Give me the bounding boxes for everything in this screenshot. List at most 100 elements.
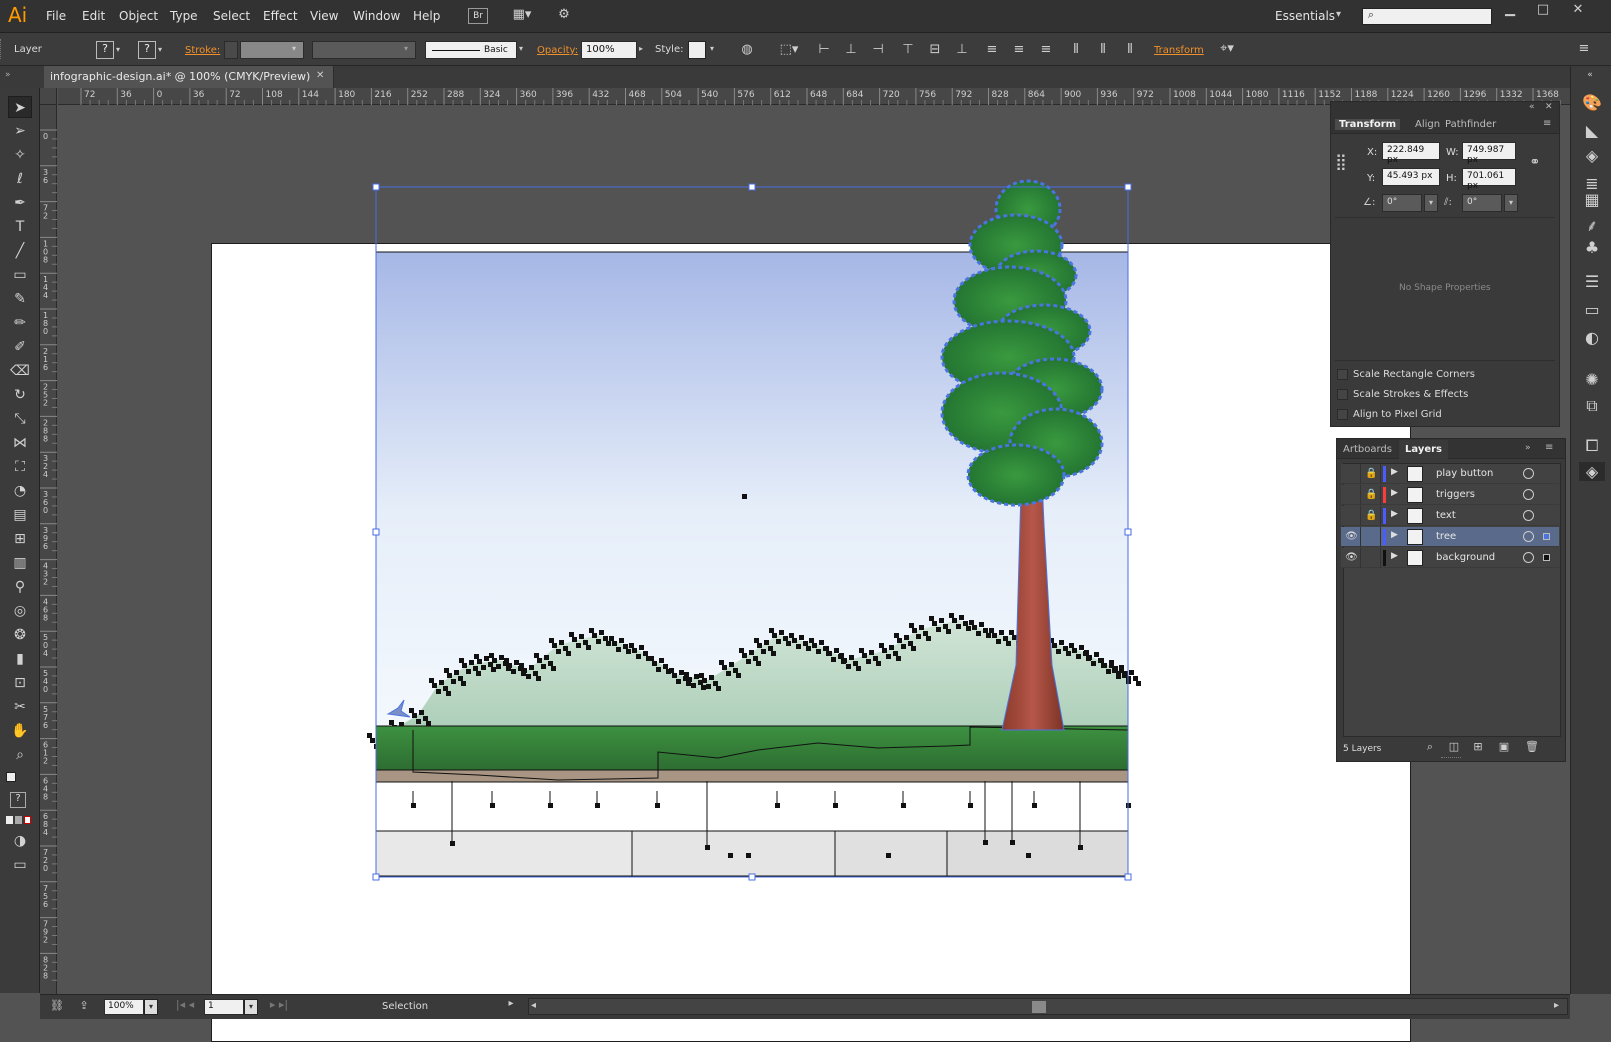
stroke-label[interactable]: Stroke: [185,45,220,56]
selection-tool-icon[interactable]: ➤ [8,96,32,118]
fill-swatch[interactable]: ? [96,41,114,59]
lock-toggle[interactable]: 🔒 [1363,506,1381,526]
link-icon[interactable]: ⛓ [46,999,68,1012]
align-top-icon[interactable]: ⊤ [900,42,916,57]
brush-definition[interactable]: Basic [425,41,517,59]
artboard-tool-icon[interactable]: ⊡ [8,672,32,694]
menu-view[interactable]: View [310,9,338,23]
opacity-field[interactable]: 100% [581,41,637,59]
visibility-toggle[interactable]: 👁 [1343,548,1361,568]
isolate-group-icon[interactable]: ⌖▾ [1212,41,1242,56]
shear-field[interactable]: 0° [1462,194,1502,212]
constrain-proportions-icon[interactable]: ⚭ [1527,155,1543,170]
menu-type[interactable]: Type [170,9,198,23]
gpu-performance-icon[interactable]: ⚙ [552,7,576,22]
lock-toggle[interactable]: 🔒 [1363,485,1381,505]
reference-point-icon[interactable]: ⣿ [1335,152,1355,172]
lock-toggle[interactable]: 🔒 [1363,464,1381,484]
eraser-tool-icon[interactable]: ⌫ [8,360,32,382]
perspective-grid-tool-icon[interactable]: ▤ [8,504,32,526]
distribute-vcenter-icon[interactable]: ≡ [1011,42,1027,57]
chevron-down-icon[interactable]: ▾ [519,44,523,53]
chevron-down-icon[interactable]: ▾ [158,41,168,59]
align-left-icon[interactable]: ⊢ [816,42,832,57]
last-artboard-icon[interactable]: ▸ ▸| [264,998,294,1011]
layer-row[interactable]: 👁 ▶ background [1341,548,1559,568]
paintbrush-tool-icon[interactable]: ✎ [8,288,32,310]
tab-transform[interactable]: Transform [1335,119,1401,130]
rectangle-tool-icon[interactable]: ▭ [8,264,32,286]
resize-grip[interactable] [1441,757,1461,760]
panel-menu-icon[interactable]: ≡ [1574,41,1594,56]
lasso-tool-icon[interactable]: ℓ [8,168,32,190]
document-tab[interactable]: infographic-design.ai* @ 100% (CMYK/Prev… [44,66,334,88]
opacity-label[interactable]: Opacity: [537,45,578,56]
delete-layer-icon[interactable]: 🗑 [1525,740,1539,753]
chevron-down-icon[interactable]: ▾ [1424,194,1438,212]
target-circle-icon[interactable] [1523,468,1534,479]
stroke-stepper[interactable] [224,41,238,59]
type-tool-icon[interactable]: T [8,216,32,238]
transform-link[interactable]: Transform [1154,45,1204,56]
share-icon[interactable]: ⇪ [76,999,92,1012]
color-mode-icons[interactable] [6,816,32,826]
chevron-down-icon[interactable]: ▾ [244,999,258,1015]
tab-artboards[interactable]: Artboards [1343,444,1392,455]
graphic-style-swatch[interactable] [688,41,706,59]
distribute-left-icon[interactable]: ⫴ [1068,42,1084,57]
zoom-tool-icon[interactable]: ⌕ [8,744,32,766]
target-circle-icon[interactable] [1523,552,1534,563]
vertical-ruler[interactable]: 0367210814418021625228832436039643246850… [40,105,57,994]
chevron-down-icon[interactable]: ▾ [710,44,714,53]
menu-window[interactable]: Window [353,9,400,23]
pencil-tool-icon[interactable]: ✏ [8,312,32,334]
ruler-origin[interactable] [40,88,57,105]
expand-panel-icon[interactable]: » [1525,443,1531,453]
workspace-switcher[interactable]: Essentials [1275,9,1335,23]
locate-object-icon[interactable]: ⌕ [1423,740,1437,754]
stroke-swatch[interactable]: ? [138,41,156,59]
target-circle-icon[interactable] [1523,531,1534,542]
visibility-toggle[interactable] [1343,485,1361,505]
selection-indicator[interactable] [1543,554,1550,561]
scale-tool-icon[interactable]: ⤡ [8,408,32,430]
recolor-artwork-icon[interactable]: ◍ [738,42,756,57]
panel-menu-icon[interactable]: ≡ [1545,442,1553,453]
width-tool-icon[interactable]: ⋈ [8,432,32,454]
expand-triangle-icon[interactable]: ▶ [1391,509,1398,519]
expand-triangle-icon[interactable]: ▶ [1391,530,1398,540]
lock-toggle[interactable] [1363,548,1381,568]
draw-mode-icon[interactable]: ◑ [8,830,32,852]
x-field[interactable]: 222.849 px [1382,142,1440,165]
distribute-top-icon[interactable]: ≡ [984,42,1000,57]
default-colors-icon[interactable] [6,772,16,782]
align-right-icon[interactable]: ⊣ [870,42,886,57]
distribute-bottom-icon[interactable]: ≡ [1038,42,1054,57]
column-graph-tool-icon[interactable]: ▮ [8,648,32,670]
new-layer-icon[interactable]: ▣ [1497,740,1511,753]
chevron-down-icon[interactable]: ▾ [1504,194,1518,212]
slice-tool-icon[interactable]: ✂ [8,696,32,718]
collapse-toolbar-icon[interactable]: » [5,70,11,80]
chevron-down-icon[interactable]: ▾ [116,41,126,59]
gradient-tool-icon[interactable]: ▥ [8,552,32,574]
bridge-button[interactable]: Br [468,8,488,24]
scroll-right-icon[interactable]: ▸ [1554,1000,1559,1011]
y-field[interactable]: 45.493 px [1382,168,1440,186]
close-tab-icon[interactable]: ✕ [316,70,324,81]
tab-pathfinder[interactable]: Pathfinder [1445,119,1496,130]
pen-tool-icon[interactable]: ✒ [8,192,32,214]
blob-brush-tool-icon[interactable]: ✐ [8,336,32,358]
visibility-toggle[interactable]: 👁 [1343,527,1361,547]
hand-tool-icon[interactable]: ✋ [8,720,32,742]
distribute-hcenter-icon[interactable]: ⫴ [1095,42,1111,57]
direct-selection-tool-icon[interactable]: ➢ [8,120,32,142]
free-transform-tool-icon[interactable]: ⛶ [8,456,32,478]
panel-menu-icon[interactable]: ≡ [1543,118,1551,129]
arrange-documents-icon[interactable]: ▦▾ [508,7,536,22]
target-circle-icon[interactable] [1523,510,1534,521]
horizontal-scrollbar[interactable]: ◂ ▸ [528,998,1568,1015]
lock-toggle[interactable] [1363,527,1381,547]
scroll-thumb[interactable] [1032,1001,1046,1013]
menu-edit[interactable]: Edit [82,9,105,23]
